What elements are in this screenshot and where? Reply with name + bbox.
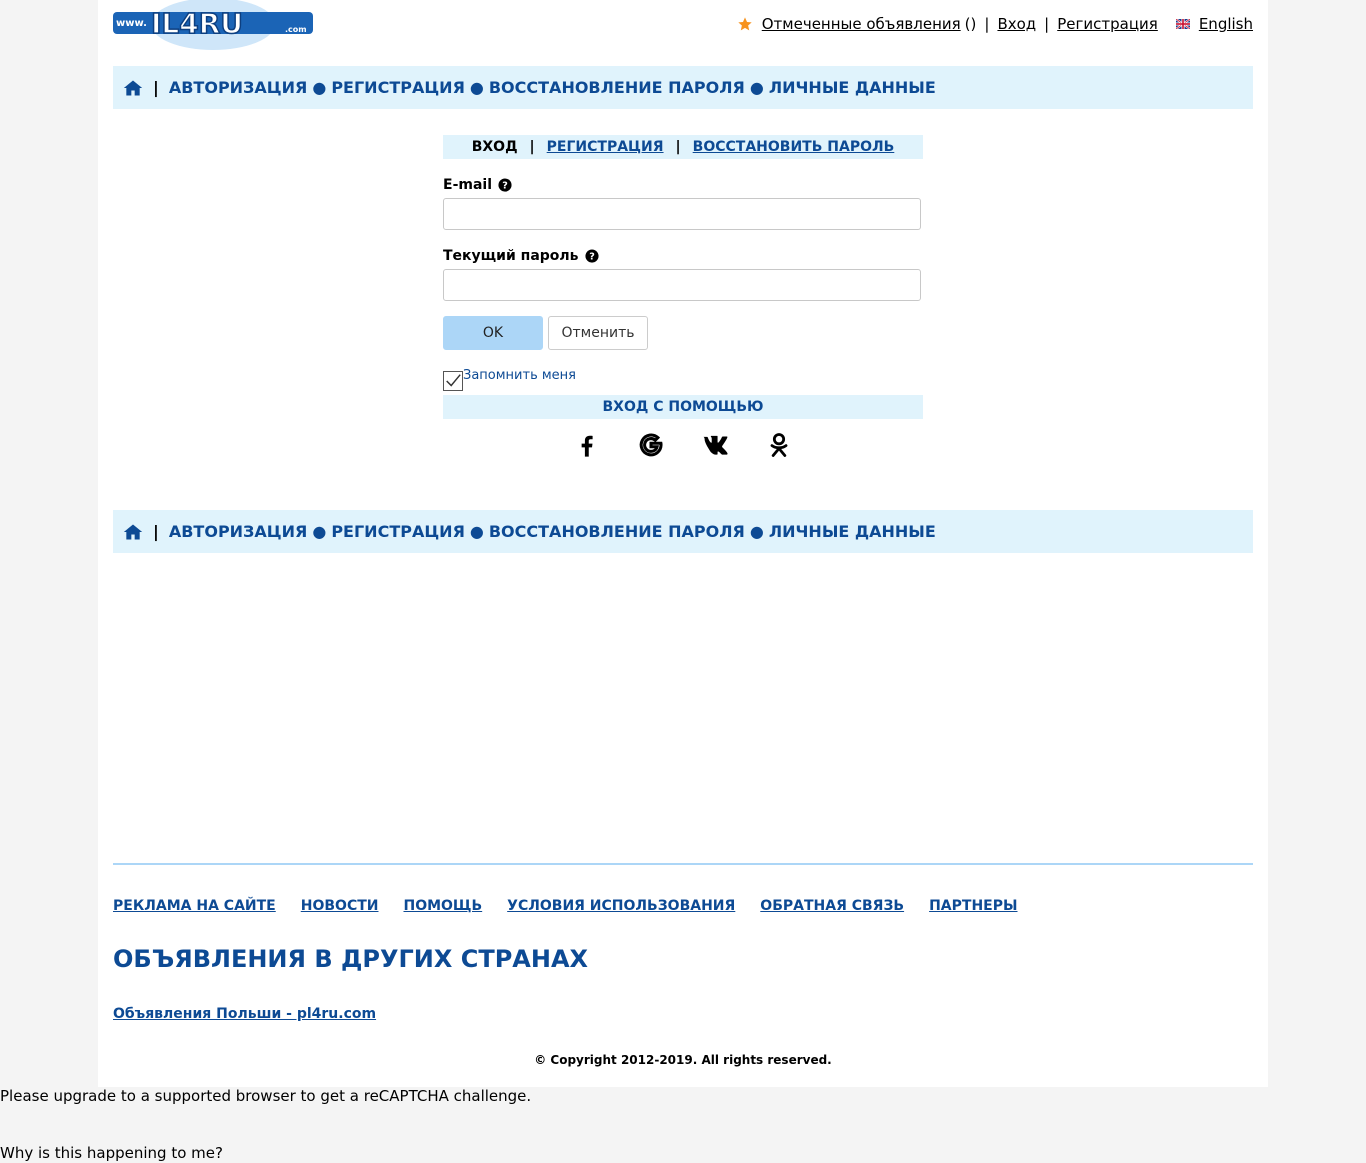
auth-tabs: ВХОД | РЕГИСТРАЦИЯ | ВОССТАНОВИТЬ ПАРОЛЬ [443, 135, 923, 159]
nav-item-authorization[interactable]: АВТОРИЗАЦИЯ [169, 522, 308, 541]
bullet: ● [749, 522, 764, 541]
login-link[interactable]: Вход [997, 15, 1036, 33]
recaptcha-why-link[interactable]: Why is this happening to me? [0, 1144, 223, 1162]
footer-link-news[interactable]: НОВОСТИ [301, 898, 379, 914]
site-logo[interactable]: www. IL4RU .com [113, 0, 313, 50]
email-label: E-mail [443, 177, 493, 193]
separator: | [153, 522, 159, 541]
nav-item-personal-data[interactable]: ЛИЧНЫЕ ДАННЫЕ [769, 78, 936, 97]
recaptcha-notice: Please upgrade to a supported browser to… [0, 1087, 532, 1162]
separator: | [675, 139, 681, 155]
nav-item-password-recovery[interactable]: ВОССТАНОВЛЕНИЕ ПАРОЛЯ [489, 78, 745, 97]
logo-prefix: www. [116, 18, 147, 29]
bullet: ● [749, 78, 764, 97]
nav-item-registration[interactable]: РЕГИСТРАЦИЯ [331, 78, 465, 97]
logo-suffix: .com [285, 25, 307, 34]
footer-divider [113, 863, 1253, 865]
star-icon [738, 17, 752, 31]
footer-link-feedback[interactable]: ОБРАТНАЯ СВЯЗЬ [760, 898, 904, 914]
nav-item-password-recovery[interactable]: ВОССТАНОВЛЕНИЕ ПАРОЛЯ [489, 522, 745, 541]
social-login-title: ВХОД С ПОМОЩЬЮ [443, 395, 923, 419]
ok-button[interactable]: OK [443, 316, 543, 350]
help-icon[interactable]: ? [498, 178, 512, 192]
tab-login[interactable]: ВХОД [472, 139, 518, 155]
other-countries-heading: ОБЪЯВЛЕНИЯ В ДРУГИХ СТРАНАХ [113, 945, 589, 973]
remember-me-row: Запомнить меня [443, 368, 923, 391]
separator: | [1044, 15, 1050, 33]
odnoklassniki-icon[interactable] [765, 431, 793, 459]
nav-bar-top: | АВТОРИЗАЦИЯ ● РЕГИСТРАЦИЯ ● ВОССТАНОВЛ… [113, 66, 1253, 109]
footer-links: РЕКЛАМА НА САЙТЕ НОВОСТИ ПОМОЩЬ УСЛОВИЯ … [113, 898, 1018, 914]
poland-ads-link[interactable]: Объявления Польши - pl4ru.com [113, 1006, 376, 1022]
register-link[interactable]: Регистрация [1057, 15, 1158, 33]
logo-graphic: www. IL4RU .com [113, 0, 313, 50]
login-form: ВХОД | РЕГИСТРАЦИЯ | ВОССТАНОВИТЬ ПАРОЛЬ… [443, 135, 923, 459]
nav-item-authorization[interactable]: АВТОРИЗАЦИЯ [169, 78, 308, 97]
favorites-link[interactable]: Отмеченные объявления [762, 15, 961, 33]
copyright: © Copyright 2012-2019. All rights reserv… [534, 1053, 832, 1067]
footer-link-help[interactable]: ПОМОЩЬ [403, 898, 482, 914]
nav-item-personal-data[interactable]: ЛИЧНЫЕ ДАННЫЕ [769, 522, 936, 541]
page-container: www. IL4RU .com Отмеченные объявления ()… [98, 0, 1268, 1087]
form-buttons: OK Отменить [443, 316, 923, 350]
favorites-count: () [964, 15, 977, 33]
remember-me-label[interactable]: Запомнить меня [463, 368, 576, 383]
logo-main: IL4RU [151, 7, 243, 40]
bullet: ● [469, 78, 484, 97]
top-links: Отмеченные объявления () | Вход | Регист… [737, 15, 1253, 33]
cancel-button[interactable]: Отменить [548, 316, 648, 350]
nav-bar-bottom: | АВТОРИЗАЦИЯ ● РЕГИСТРАЦИЯ ● ВОССТАНОВЛ… [113, 510, 1253, 553]
bullet: ● [312, 78, 327, 97]
password-label-row: Текущий пароль ? [443, 248, 923, 264]
password-field[interactable] [443, 269, 921, 301]
footer-link-terms[interactable]: УСЛОВИЯ ИСПОЛЬЗОВАНИЯ [507, 898, 735, 914]
bullet: ● [469, 522, 484, 541]
uk-flag-icon [1175, 19, 1190, 29]
nav-item-registration[interactable]: РЕГИСТРАЦИЯ [331, 522, 465, 541]
footer-link-partners[interactable]: ПАРТНЕРЫ [929, 898, 1017, 914]
email-field[interactable] [443, 198, 921, 230]
tab-registration[interactable]: РЕГИСТРАЦИЯ [547, 139, 664, 155]
facebook-icon[interactable] [573, 431, 601, 459]
social-login-icons [443, 431, 923, 459]
password-label: Текущий пароль [443, 248, 579, 264]
separator: | [529, 139, 535, 155]
check-icon [446, 374, 461, 387]
email-label-row: E-mail ? [443, 177, 923, 193]
bullet: ● [312, 522, 327, 541]
tab-restore-password[interactable]: ВОССТАНОВИТЬ ПАРОЛЬ [693, 139, 895, 155]
separator: | [153, 78, 159, 97]
google-icon[interactable] [637, 431, 665, 459]
home-icon[interactable] [123, 79, 143, 97]
home-icon[interactable] [123, 523, 143, 541]
vk-icon[interactable] [701, 431, 729, 459]
svg-text:?: ? [502, 181, 508, 192]
recaptcha-message: Please upgrade to a supported browser to… [0, 1087, 532, 1105]
footer-link-advertising[interactable]: РЕКЛАМА НА САЙТЕ [113, 898, 276, 914]
help-icon[interactable]: ? [584, 249, 599, 263]
language-link[interactable]: English [1199, 15, 1253, 33]
svg-text:?: ? [589, 252, 595, 263]
remember-me-checkbox[interactable] [443, 371, 463, 391]
separator: | [984, 15, 990, 33]
